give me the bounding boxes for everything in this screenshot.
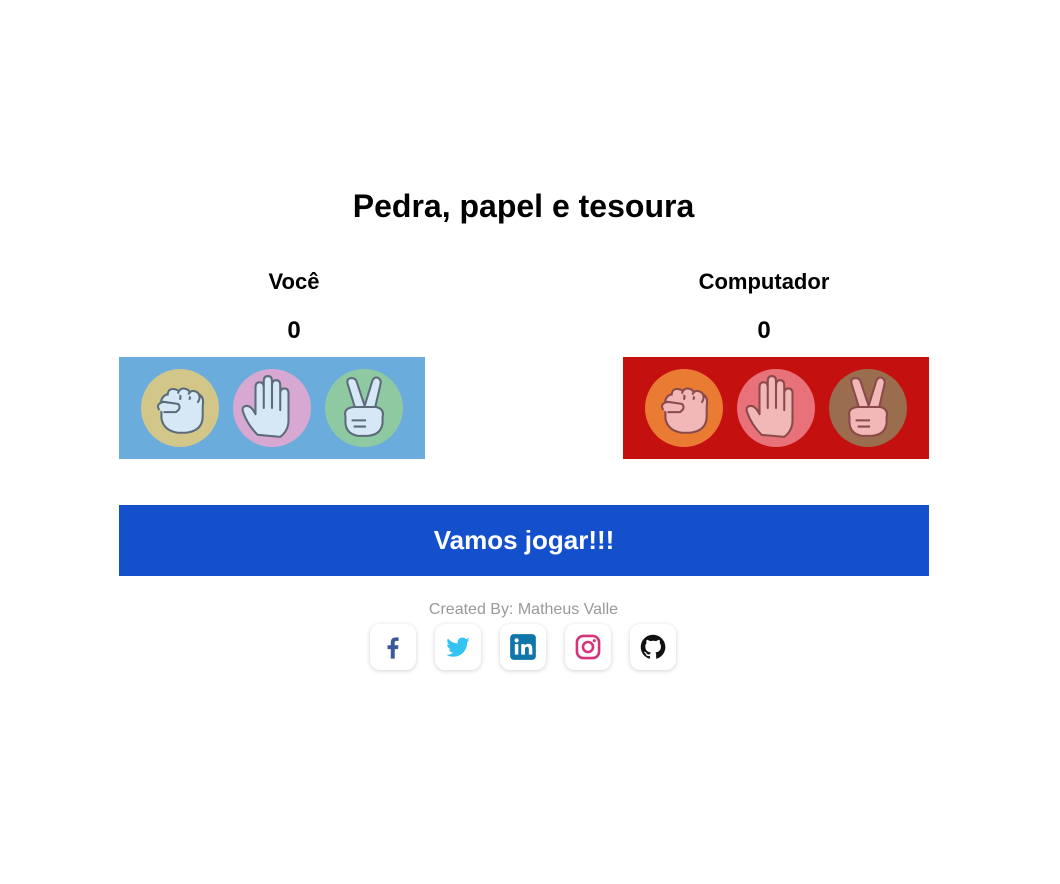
rock-hand-icon bbox=[660, 387, 709, 434]
github-link[interactable] bbox=[630, 624, 676, 670]
facebook-icon bbox=[387, 637, 399, 659]
linkedin-icon bbox=[510, 634, 536, 660]
scissors-hand-icon bbox=[848, 376, 888, 437]
player-paper-choice[interactable] bbox=[233, 369, 311, 447]
twitter-icon bbox=[446, 637, 470, 657]
social-links bbox=[370, 624, 676, 670]
player-score: 0 bbox=[287, 317, 301, 344]
github-icon bbox=[640, 634, 666, 659]
scissors-hand-icon bbox=[344, 376, 384, 437]
instagram-icon bbox=[575, 634, 601, 660]
player-column: Você 0 bbox=[119, 268, 425, 346]
computer-score: 0 bbox=[757, 317, 771, 344]
computer-paper-choice bbox=[737, 369, 815, 447]
player-name: Você bbox=[268, 269, 320, 294]
player-choices-panel bbox=[119, 357, 425, 459]
credit-text: Created By: Matheus Valle bbox=[428, 601, 619, 618]
computer-name: Computador bbox=[698, 269, 830, 294]
paper-hand-icon bbox=[241, 375, 290, 438]
facebook-link[interactable] bbox=[370, 624, 416, 670]
computer-column: Computador 0 bbox=[623, 268, 929, 346]
page-title: Pedra, papel e tesoura bbox=[352, 188, 695, 224]
linkedin-link[interactable] bbox=[500, 624, 546, 670]
paper-hand-icon bbox=[745, 375, 794, 438]
game-page: Pedra, papel e tesoura Você 0 Computador… bbox=[0, 0, 1060, 884]
player-scissors-choice[interactable] bbox=[325, 369, 403, 447]
player-rock-choice[interactable] bbox=[141, 369, 219, 447]
rock-hand-icon bbox=[156, 387, 205, 434]
computer-scissors-choice bbox=[829, 369, 907, 447]
twitter-link[interactable] bbox=[435, 624, 481, 670]
play-button[interactable]: Vamos jogar!!! bbox=[119, 505, 929, 576]
computer-rock-choice bbox=[645, 369, 723, 447]
instagram-link[interactable] bbox=[565, 624, 611, 670]
computer-choices-panel bbox=[623, 357, 929, 459]
